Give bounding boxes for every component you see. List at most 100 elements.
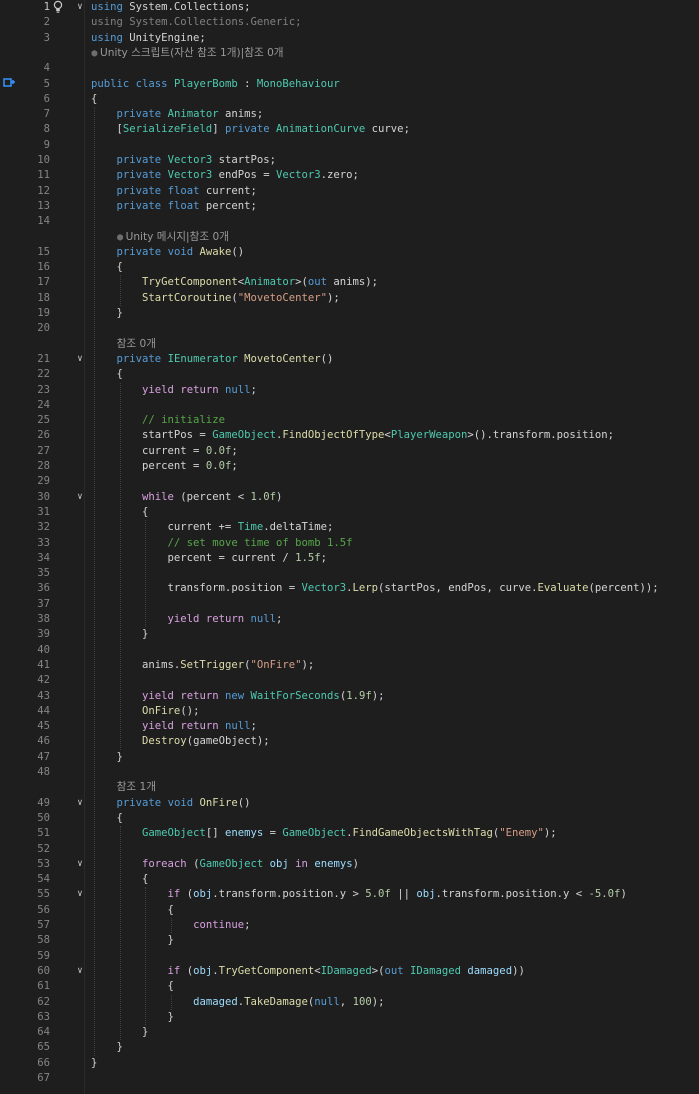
code-text[interactable]: } (91, 933, 174, 948)
code-text[interactable]: } (91, 1056, 97, 1071)
line-number: 11 (37, 169, 50, 182)
fold-chevron-icon[interactable]: ∨ (74, 888, 86, 901)
codelens-text[interactable]: Unity 스크립트(자산 참조 1개)|참조 0개 (100, 47, 284, 59)
code-text[interactable]: OnFire(); (91, 704, 199, 719)
code-token: } (91, 1041, 123, 1054)
code-token: } (91, 934, 174, 947)
code-text[interactable]: using System.Collections; (91, 0, 250, 15)
code-token: IDamaged (320, 964, 372, 977)
fold-chevron-icon[interactable]: ∨ (74, 1, 86, 14)
code-text[interactable]: percent = current / 1.5f; (91, 551, 327, 566)
code-line: 65 } (0, 1040, 699, 1055)
codelens-hint[interactable]: ⬢ Unity 스크립트(자산 참조 1개)|참조 0개 (0, 46, 699, 61)
code-token: IDamaged (410, 964, 462, 977)
code-token: TakeDamage (244, 995, 308, 1008)
code-text[interactable]: StartCoroutine("MovetoCenter"); (91, 291, 340, 306)
line-number: 67 (37, 1072, 50, 1084)
code-text[interactable]: { (91, 811, 123, 826)
code-text[interactable]: { (91, 979, 174, 994)
code-text[interactable]: TryGetComponent<Animator>(out anims); (91, 275, 378, 290)
code-token: || (390, 888, 417, 901)
code-text[interactable]: private IEnumerator MovetoCenter() (91, 352, 334, 367)
code-line: 20 (0, 321, 699, 336)
code-text[interactable]: startPos = GameObject.FindObjectOfType<P… (91, 428, 614, 443)
code-text[interactable]: using System.Collections.Generic; (91, 15, 301, 30)
code-token: (gameObject); (186, 735, 270, 748)
fold-chevron-icon[interactable]: ∨ (74, 965, 86, 978)
codelens-hint[interactable]: 참조 0개 (0, 337, 699, 352)
code-text[interactable]: } (91, 306, 123, 321)
codelens-hint[interactable]: ⬢ Unity 메시지|참조 0개 (0, 230, 699, 245)
code-text[interactable]: } (91, 750, 123, 765)
code-text[interactable]: yield return null; (91, 719, 257, 734)
line-number: 9 (43, 138, 50, 151)
line-number: 38 (37, 613, 50, 625)
code-text[interactable]: [SerializeField] private AnimationCurve … (91, 122, 410, 137)
line-number: 60 (37, 964, 50, 977)
code-text[interactable]: GameObject[] enemys = GameObject.FindGam… (91, 826, 557, 841)
code-token: enemys (224, 827, 264, 840)
code-text[interactable]: // set move time of bomb 1.5f (91, 536, 353, 551)
codelens-text[interactable]: 참조 0개 (117, 338, 156, 350)
fold-chevron-icon[interactable]: ∨ (74, 797, 86, 810)
code-line: 66} (0, 1056, 699, 1071)
codelens-hint[interactable]: 참조 1개 (0, 780, 699, 795)
code-token: "OnFire" (250, 658, 302, 671)
code-text[interactable]: current += Time.deltaTime; (91, 520, 334, 535)
code-text[interactable]: private Vector3 startPos; (91, 153, 276, 168)
code-text[interactable]: private void OnFire() (91, 796, 251, 811)
code-text[interactable]: private Animator anims; (91, 107, 264, 122)
codelens-text[interactable]: Unity 메시지|참조 0개 (126, 231, 229, 243)
code-token: { (91, 980, 174, 993)
code-editor[interactable]: 1 ∨ using System.Collections; 2 using System… (0, 0, 699, 1094)
code-text[interactable]: public class PlayerBomb : MonoBehaviour (91, 77, 340, 92)
code-token: >( (371, 964, 385, 977)
code-text[interactable]: { (91, 903, 174, 918)
code-text[interactable]: } (91, 1010, 174, 1025)
code-token: [ (91, 123, 123, 136)
code-line: 57 continue; (0, 918, 699, 933)
code-text[interactable]: damaged.TakeDamage(null, 100); (91, 995, 384, 1010)
indent-guide (119, 275, 121, 306)
code-text[interactable]: anims.SetTrigger("OnFire"); (91, 658, 314, 673)
class-icon[interactable] (3, 77, 15, 92)
fold-chevron-icon[interactable]: ∨ (74, 491, 86, 504)
code-text[interactable]: Destroy(gameObject); (91, 734, 270, 749)
codelens-text[interactable]: 참조 1개 (117, 781, 156, 793)
code-text[interactable]: // initialize (91, 413, 225, 428)
code-text[interactable]: { (91, 367, 123, 382)
lightbulb-icon[interactable] (52, 0, 64, 15)
code-text[interactable]: private float current; (91, 184, 257, 199)
code-text[interactable]: { (91, 92, 97, 107)
line-number: 24 (37, 398, 50, 411)
line-number: 10 (37, 154, 50, 166)
code-token: } (91, 307, 123, 319)
fold-chevron-icon[interactable]: ∨ (74, 858, 86, 871)
line-number: 28 (37, 460, 50, 472)
code-text[interactable]: current = 0.0f; (91, 444, 238, 459)
code-text[interactable]: } (91, 1040, 123, 1055)
line-number: 20 (37, 322, 50, 335)
code-text[interactable]: yield return null; (91, 383, 257, 398)
code-token: enemys (314, 857, 353, 870)
code-text[interactable]: foreach (GameObject obj in enemys) (91, 857, 359, 872)
code-token: 5.0f (365, 888, 391, 901)
line-number: 62 (37, 995, 50, 1008)
code-token: 100 (352, 995, 372, 1008)
code-text[interactable]: percent = 0.0f; (91, 459, 238, 474)
code-text[interactable]: { (91, 260, 123, 275)
code-text[interactable]: yield return new WaitForSeconds(1.9f); (91, 689, 384, 704)
code-text[interactable]: if (obj.TryGetComponent<IDamaged>(out ID… (91, 964, 525, 979)
code-text[interactable]: private float percent; (91, 199, 257, 214)
code-text[interactable]: transform.position = Vector3.Lerp(startP… (91, 581, 659, 596)
code-text[interactable]: using UnityEngine; (91, 31, 206, 46)
line-number: 57 (37, 919, 50, 931)
code-text[interactable]: private Vector3 endPos = Vector3.zero; (91, 168, 359, 183)
fold-chevron-icon[interactable]: ∨ (74, 353, 86, 366)
code-text[interactable]: private void Awake() (91, 245, 245, 260)
code-text[interactable]: if (obj.transform.position.y > 5.0f || o… (91, 887, 627, 902)
code-line: 45 yield return null; (0, 719, 699, 734)
